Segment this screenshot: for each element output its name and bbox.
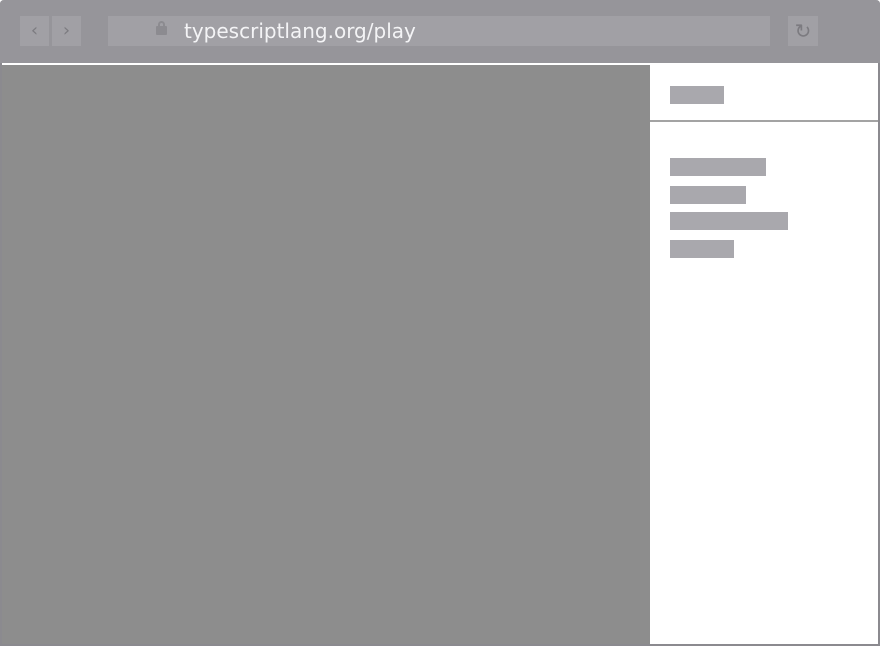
sidebar-item-placeholder — [670, 158, 766, 176]
chevron-left-icon: ‹ — [30, 20, 39, 41]
editor-pane-placeholder — [2, 65, 650, 644]
sidebar-panel — [650, 65, 878, 644]
reload-button[interactable]: ↻ — [788, 16, 818, 46]
back-button[interactable]: ‹ — [20, 16, 49, 46]
sidebar-item-placeholder — [670, 240, 734, 258]
sidebar-item-placeholder — [670, 212, 788, 230]
address-bar[interactable]: typescriptlang.org/play — [108, 16, 770, 46]
chevron-right-icon: › — [62, 20, 71, 41]
url-text: typescriptlang.org/play — [184, 19, 416, 43]
browser-toolbar: ‹ › typescriptlang.org/play ↻ — [0, 0, 880, 63]
forward-button[interactable]: › — [52, 16, 81, 46]
sidebar-divider — [650, 120, 878, 122]
reload-icon: ↻ — [794, 19, 812, 43]
sidebar-header-placeholder — [670, 86, 724, 104]
sidebar-item-placeholder — [670, 186, 746, 204]
lock-icon — [156, 21, 167, 35]
